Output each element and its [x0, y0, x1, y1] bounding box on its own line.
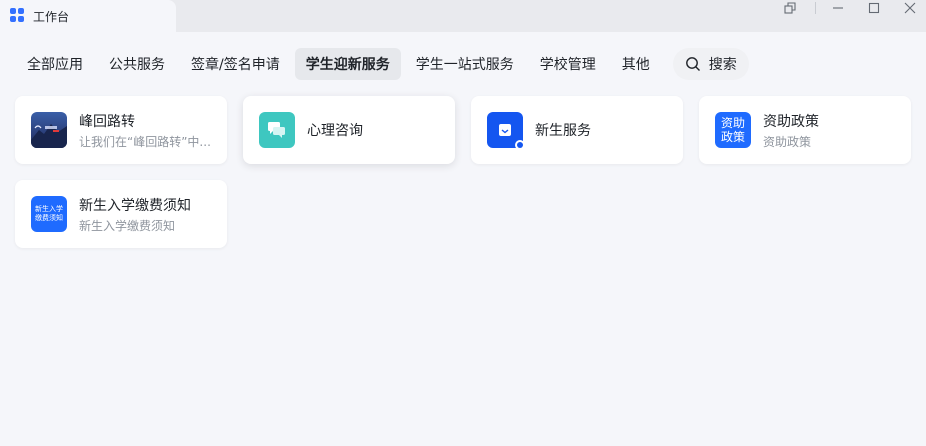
close-icon[interactable] [896, 0, 924, 16]
app-card-subtitle: 新生入学缴费须知 [79, 218, 176, 233]
maximize-icon[interactable] [860, 0, 888, 16]
app-card-subtitle: 让我们在“峰回路转”中... [79, 134, 211, 149]
badge-icon [515, 140, 525, 150]
title-bar: 工作台 [0, 0, 926, 32]
app-card-counseling[interactable]: 心理咨询 [243, 96, 455, 164]
app-card-title: 新生服务 [535, 123, 591, 139]
window-title: 工作台 [33, 10, 70, 24]
tuition-notice-logo-icon: 新生入学 缴费须知 [31, 196, 67, 232]
search-icon [685, 57, 700, 71]
window-tab-workbench[interactable]: 工作台 [0, 0, 176, 32]
icon-text-line: 政策 [720, 130, 745, 144]
app-grid-icon [10, 8, 24, 22]
icon-text-line: 缴费须知 [35, 214, 63, 222]
tab-other[interactable]: 其他 [611, 48, 661, 80]
category-tabs: 全部应用 公共服务 签章/签名申请 学生迎新服务 学生一站式服务 学校管理 其他… [16, 48, 749, 80]
search-button[interactable]: 搜索 [672, 48, 749, 80]
mountain-image-icon [31, 112, 67, 148]
app-card-subtitle: 资助政策 [763, 134, 812, 149]
search-label: 搜索 [708, 57, 737, 73]
inbox-icon [487, 112, 525, 150]
icon-text-line: 资助 [720, 116, 745, 130]
app-card-freshman-service[interactable]: 新生服务 [471, 96, 683, 164]
tab-one-stop-services[interactable]: 学生一站式服务 [405, 48, 525, 80]
app-card-financial-aid[interactable]: 资助 政策 资助政策 资助政策 [699, 96, 911, 164]
app-card-title: 峰回路转 [79, 113, 135, 130]
popout-icon[interactable] [776, 0, 804, 16]
tab-all-apps[interactable]: 全部应用 [16, 48, 94, 80]
app-card-tuition-notice[interactable]: 新生入学 缴费须知 新生入学缴费须知 新生入学缴费须知 [15, 180, 227, 248]
tab-public-services[interactable]: 公共服务 [98, 48, 176, 80]
app-card-title: 新生入学缴费须知 [79, 197, 191, 214]
tab-freshman-services[interactable]: 学生迎新服务 [294, 48, 401, 80]
app-card-fenghuiluzhuan[interactable]: 峰回路转 让我们在“峰回路转”中... [15, 96, 227, 164]
chat-bubbles-icon [259, 112, 295, 148]
title-bar-separator [815, 2, 816, 14]
icon-text-line: 新生入学 [35, 205, 63, 213]
tab-signature-request[interactable]: 签章/签名申请 [180, 48, 291, 80]
tab-school-management[interactable]: 学校管理 [529, 48, 607, 80]
app-card-title: 心理咨询 [307, 123, 363, 139]
app-card-title: 资助政策 [763, 113, 819, 130]
minimize-icon[interactable] [824, 0, 852, 16]
financial-aid-logo-icon: 资助 政策 [715, 112, 751, 148]
